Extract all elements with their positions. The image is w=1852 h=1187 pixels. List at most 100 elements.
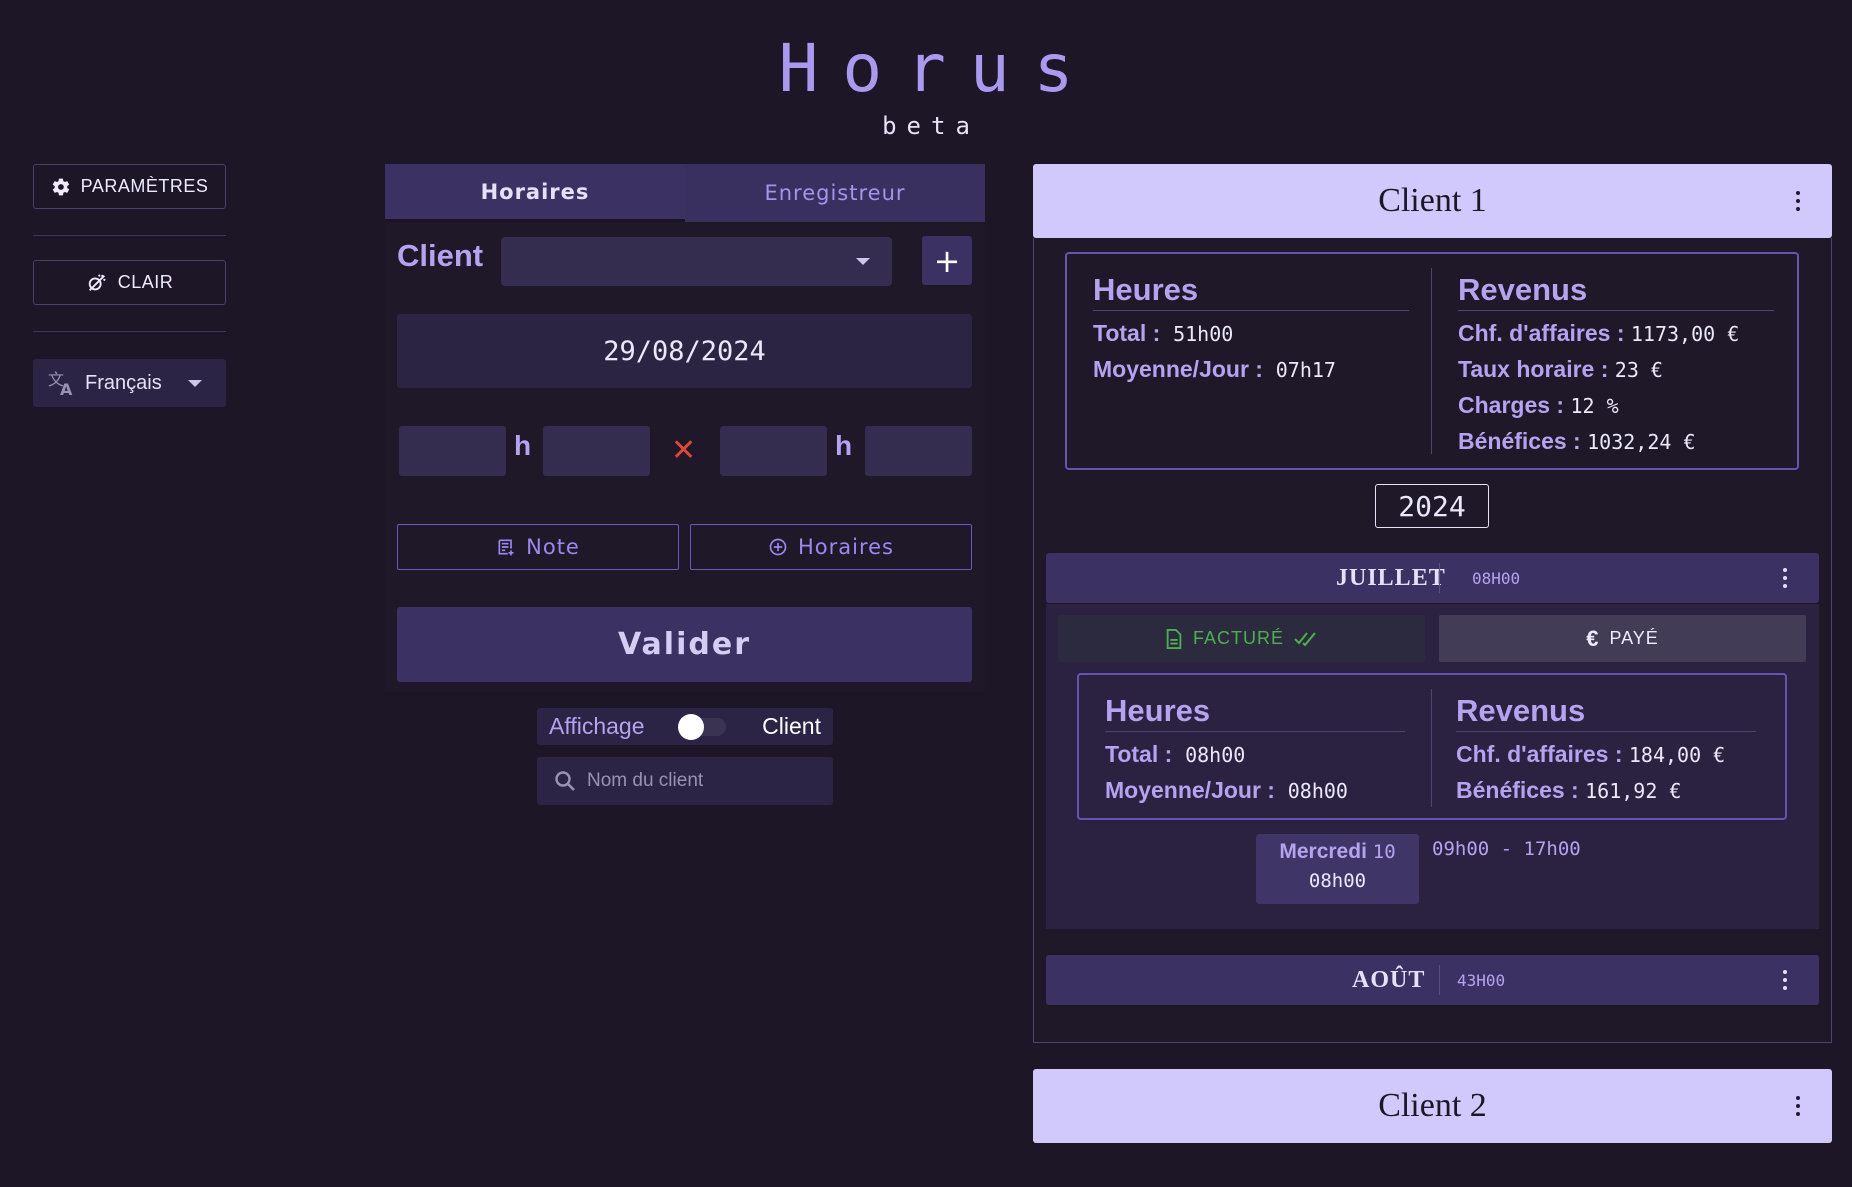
client-name: Client 2 [1378, 1087, 1487, 1124]
theme-label: CLAIR [117, 272, 174, 292]
revenue-title: Revenus [1458, 272, 1774, 311]
stats-divider [1431, 689, 1432, 807]
toggle-knob [678, 713, 705, 740]
year-selector[interactable]: 2024 [1375, 484, 1489, 528]
profit-label: Bénéfices : [1456, 777, 1579, 803]
client-summary-card: Heures Total : 51h00 Moyenne/Jour : 07h1… [1065, 252, 1799, 470]
chevron-down-icon [856, 258, 870, 265]
profit-row: Bénéfices : 161,92 € [1456, 777, 1756, 804]
start-hour-input[interactable] [399, 426, 506, 476]
add-client-button[interactable]: + [922, 236, 972, 285]
invoice-icon [1165, 628, 1183, 649]
add-hours-button[interactable]: Horaires [690, 524, 972, 570]
average-value: 07h17 [1275, 358, 1336, 382]
rate-row: Taux horaire : 23 € [1458, 356, 1774, 383]
client-name: Client 1 [1378, 182, 1487, 219]
search-placeholder: Nom du client [587, 770, 704, 791]
toggle-right-label: Client [762, 713, 821, 739]
average-row: Moyenne/Jour : 07h17 [1093, 356, 1409, 383]
end-minute-input[interactable] [865, 426, 972, 476]
translate-icon: 文A [47, 369, 77, 397]
entry-tabs: Horaires Enregistreur [385, 164, 985, 222]
hours-column: Heures Total : 51h00 Moyenne/Jour : 07h1… [1093, 272, 1409, 383]
rate-label: Taux horaire : [1458, 356, 1609, 382]
revenue-column: Revenus Chf. d'affaires : 1173,00 € Taux… [1458, 272, 1774, 455]
client-header[interactable]: Client 1 [1033, 164, 1832, 238]
month-name: AOÛT [1352, 967, 1426, 993]
hour-separator: h [835, 430, 853, 461]
month-header-aout[interactable]: AOÛT 43H00 [1046, 955, 1819, 1005]
validate-button[interactable]: Valider [397, 607, 972, 682]
paid-button[interactable]: € PAYÉ [1439, 615, 1806, 662]
profit-row: Bénéfices : 1032,24 € [1458, 428, 1774, 455]
charges-value: 12 % [1570, 394, 1619, 418]
hours-column: Heures Total : 08h00 Moyenne/Jour : 08h0… [1105, 693, 1405, 804]
app-title: Horus [778, 30, 1098, 107]
display-toggle[interactable]: Affichage Client [537, 708, 833, 745]
settings-button[interactable]: PARAMÈTRES [33, 164, 226, 209]
month-header-juillet[interactable]: JUILLET 08H00 [1046, 553, 1819, 603]
client-header[interactable]: Client 2 [1033, 1069, 1832, 1143]
stats-divider [1431, 268, 1432, 454]
turnover-label: Chf. d'affaires : [1456, 741, 1623, 767]
day-heading: Mercredi 10 [1256, 840, 1419, 864]
total-label: Total : [1093, 320, 1161, 346]
charges-label: Charges : [1458, 392, 1565, 418]
client-search-input[interactable]: Nom du client [537, 757, 833, 805]
profit-value: 1032,24 € [1587, 430, 1696, 454]
language-select[interactable]: 文A Français [33, 359, 226, 407]
settings-label: PARAMÈTRES [80, 176, 209, 196]
total-value: 08h00 [1185, 743, 1246, 767]
euro-icon: € [1586, 625, 1600, 651]
clear-time-icon[interactable]: ✕ [671, 433, 696, 468]
svg-text:A: A [60, 380, 73, 397]
start-minute-input[interactable] [543, 426, 650, 476]
toggle-switch[interactable] [678, 713, 727, 740]
more-vert-icon[interactable] [1783, 970, 1787, 990]
search-icon [553, 769, 577, 793]
hours-title: Heures [1105, 693, 1405, 732]
tab-horaires[interactable]: Horaires [385, 164, 685, 222]
more-vert-icon[interactable] [1796, 1096, 1800, 1116]
profit-value: 161,92 € [1585, 779, 1682, 803]
total-row: Total : 51h00 [1093, 320, 1409, 347]
hours-title: Heures [1093, 272, 1409, 311]
brightness-icon [86, 272, 108, 294]
more-vert-icon[interactable] [1783, 568, 1787, 588]
date-field[interactable]: 29/08/2024 [397, 314, 972, 388]
theme-toggle-button[interactable]: CLAIR [33, 260, 226, 305]
end-hour-input[interactable] [720, 426, 827, 476]
client-field-label: Client [397, 238, 484, 273]
revenue-title: Revenus [1456, 693, 1756, 732]
turnover-value: 1173,00 € [1630, 322, 1740, 346]
sidebar-divider [33, 235, 226, 236]
gear-icon [51, 177, 71, 197]
plus-circle-icon [768, 537, 788, 557]
client-select[interactable] [501, 237, 892, 286]
day-weekday: Mercredi [1279, 840, 1367, 863]
turnover-label: Chf. d'affaires : [1458, 320, 1625, 346]
charges-row: Charges : 12 % [1458, 392, 1774, 419]
language-label: Français [85, 371, 162, 394]
invoiced-label: FACTURÉ [1192, 628, 1284, 648]
more-vert-icon[interactable] [1796, 191, 1800, 211]
total-label: Total : [1105, 741, 1173, 767]
invoiced-button[interactable]: FACTURÉ [1058, 615, 1425, 662]
rate-value: 23 € [1614, 358, 1663, 382]
tab-enregistreur[interactable]: Enregistreur [685, 164, 985, 222]
note-button[interactable]: Note [397, 524, 679, 570]
double-check-icon [1294, 631, 1318, 647]
day-hours: 08h00 [1308, 870, 1367, 892]
profit-label: Bénéfices : [1458, 428, 1581, 454]
note-icon [496, 537, 516, 557]
chevron-down-icon [187, 379, 202, 387]
average-label: Moyenne/Jour : [1105, 777, 1275, 803]
month-hours: 43H00 [1457, 971, 1506, 990]
month-divider [1439, 563, 1440, 593]
note-label: Note [526, 535, 580, 559]
day-time-range: 09h00 - 17h00 [1432, 838, 1581, 860]
add-hours-label: Horaires [797, 535, 894, 559]
revenue-column: Revenus Chf. d'affaires : 184,00 € Bénéf… [1456, 693, 1756, 804]
day-entry-card[interactable]: Mercredi 10 08h00 [1256, 834, 1419, 904]
hour-separator: h [514, 430, 532, 461]
